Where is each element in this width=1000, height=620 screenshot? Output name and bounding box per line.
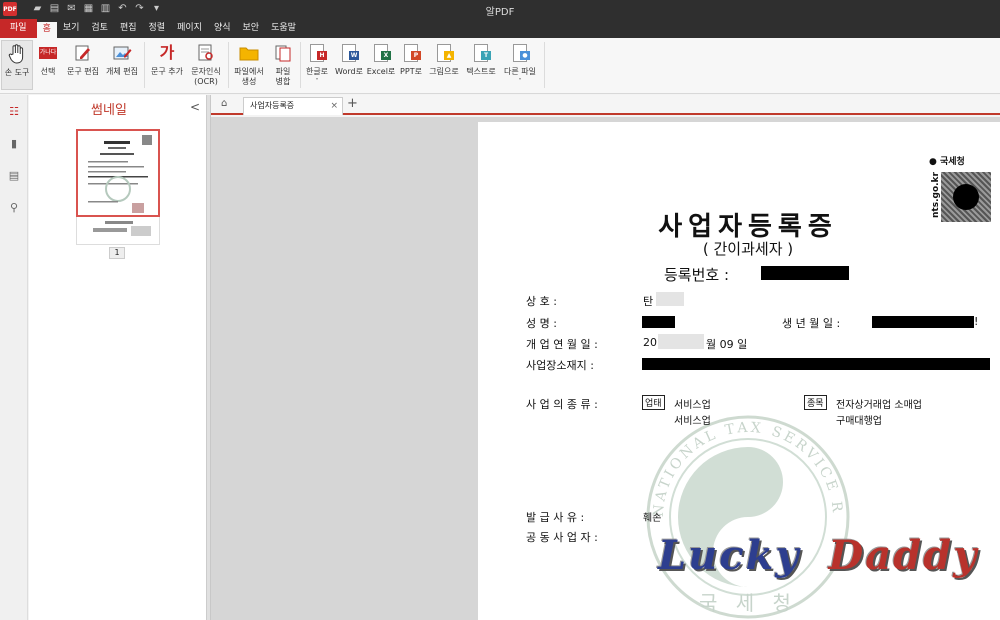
menu-bar: 파일 홈 보기 검토 편집 정렬 페이지 양식 보안 도움말: [0, 19, 1000, 38]
text-file-icon: T: [470, 42, 492, 64]
ppt-file-icon: P: [400, 42, 422, 64]
item-value-2: 구매대행업: [836, 416, 882, 427]
redacted-birth-date: [872, 316, 974, 328]
side-icon-strip: ☷ ▮ ▤ ⚲: [0, 95, 28, 620]
to-other-file-button[interactable]: ● 다른 파일 ˅: [500, 40, 540, 90]
menu-tab-home[interactable]: 홈: [36, 22, 57, 38]
start-date-label: 개 업 연 월 일 :: [526, 338, 598, 351]
seal-bottom-text: 국 세 청: [699, 591, 797, 615]
merge-files-button[interactable]: 파일 병합: [268, 40, 298, 90]
category-value-1: 서비스업: [674, 400, 711, 411]
image-file-icon: ▲: [433, 42, 455, 64]
home-icon[interactable]: ⌂: [221, 98, 227, 109]
folder-icon: [238, 42, 260, 64]
new-tab-button[interactable]: +: [347, 96, 358, 111]
other-file-icon: ●: [509, 42, 531, 64]
ocr-icon: [195, 42, 217, 64]
word-file-icon: W: [338, 42, 360, 64]
object-edit-button[interactable]: 개체 편집: [104, 40, 140, 90]
issue-reason-value: 훼손: [643, 513, 662, 524]
create-from-file-button[interactable]: 파일에서 생성: [232, 40, 266, 90]
menu-tab-review[interactable]: 검토: [85, 19, 114, 38]
to-hangul-button[interactable]: H 한글로 ˅: [302, 40, 332, 90]
hangul-file-icon: H: [306, 42, 328, 64]
add-text-button[interactable]: 가 문구 추가: [148, 40, 186, 90]
business-name-label: 상 호 :: [526, 295, 557, 308]
business-type-label: 사 업 의 종 류 :: [526, 398, 598, 411]
select-button[interactable]: 가나다 선택: [35, 40, 61, 90]
object-edit-icon: [111, 42, 133, 64]
ribbon-toolbar: 손 도구 가나다 선택 문구 편집 개체 편집 가 문구 추가 문자인식 (OC…: [0, 38, 1000, 94]
to-word-button[interactable]: W Word로: [333, 40, 365, 90]
comment-icon[interactable]: ▤: [8, 169, 20, 182]
menu-tab-help[interactable]: 도움말: [265, 19, 302, 38]
select-text-icon: 가나다: [37, 42, 59, 64]
start-date-prefix: 20: [643, 336, 657, 349]
thumbnail-footer: [76, 217, 160, 245]
text-edit-icon: [72, 42, 94, 64]
excel-file-icon: X: [370, 42, 392, 64]
menu-file[interactable]: 파일: [0, 19, 37, 38]
hand-icon: [6, 43, 28, 65]
page-number-label: 1: [109, 247, 125, 259]
close-tab-icon[interactable]: ×: [330, 98, 338, 114]
hand-tool-button[interactable]: 손 도구: [1, 40, 33, 90]
ocr-button[interactable]: 문자인식 (OCR): [188, 40, 224, 90]
thumbnail-panel: 썸네일 < 1: [29, 95, 207, 620]
add-text-icon: 가: [159, 43, 175, 62]
item-value-1: 전자상거래업 소매업: [836, 400, 922, 411]
registration-number-label: 등록번호 :: [664, 266, 730, 284]
menu-tab-page[interactable]: 페이지: [171, 19, 208, 38]
collapse-panel-button[interactable]: <: [190, 100, 200, 114]
category-value-2: 서비스업: [674, 416, 711, 427]
address-label: 사업장소재지 :: [526, 359, 594, 372]
merge-icon: [272, 42, 294, 64]
nts-emblem-icon: ●: [929, 157, 937, 167]
menu-tab-arrange[interactable]: 정렬: [143, 19, 172, 38]
birth-date-label: 생 년 월 일 :: [782, 317, 841, 330]
redacted-address: [642, 358, 990, 370]
business-name-value: 탄: [643, 295, 654, 308]
menu-tab-form[interactable]: 양식: [208, 19, 237, 38]
to-image-button[interactable]: ▲ 그림으로: [426, 40, 462, 90]
lucky-daddy-watermark: Lucky Daddy: [658, 532, 979, 579]
title-bar: PDF ▰ ▤ ✉ ▦ ▥ ↶ ↷ ▾ 알PDF: [0, 0, 1000, 19]
menu-tab-edit[interactable]: 편집: [114, 19, 143, 38]
menu-tab-security[interactable]: 보안: [237, 19, 266, 38]
redacted-registration-number: [761, 266, 849, 280]
start-date-suffix: 월 09 일: [706, 338, 748, 351]
thumbnail-title: 썸네일: [91, 103, 127, 118]
app-title: 알PDF: [485, 7, 515, 18]
thumbnail-panel-icon[interactable]: ☷: [8, 105, 20, 118]
birth-date-suffix: !: [974, 315, 979, 328]
co-owner-label: 공 동 사 업 자 :: [526, 531, 598, 544]
page-thumbnail[interactable]: [76, 129, 160, 217]
issue-reason-label: 발 급 사 유 :: [526, 511, 585, 524]
document-subtitle: ( 간이과세자 ): [702, 240, 794, 258]
document-tab[interactable]: 사업자등록증 ×: [243, 97, 343, 115]
redacted-representative: [642, 316, 675, 328]
representative-label: 성 명 :: [526, 317, 557, 330]
nts-seal: NATIONAL TAX SERVICE REPUBLIC OF KOREA 국…: [633, 402, 850, 619]
document-tab-bar: ⌂ 사업자등록증 × +: [211, 95, 1000, 115]
document-page: ● 국세청 nts.go.kr NATIONAL TAX SERVICE REP…: [478, 122, 1000, 620]
item-tag: 종목: [804, 395, 827, 410]
search-icon[interactable]: ⚲: [8, 201, 20, 214]
menu-tab-view[interactable]: 보기: [57, 19, 86, 38]
document-viewer[interactable]: ● 국세청 nts.go.kr NATIONAL TAX SERVICE REP…: [211, 117, 1000, 620]
nts-logo: ● 국세청: [929, 157, 965, 167]
to-ppt-button[interactable]: P PPT로: [397, 40, 425, 90]
bookmark-icon[interactable]: ▮: [8, 137, 20, 150]
to-text-button[interactable]: T 텍스트로: [463, 40, 499, 90]
text-edit-button[interactable]: 문구 편집: [64, 40, 102, 90]
to-excel-button[interactable]: X Excel로: [366, 40, 396, 90]
category-tag: 업태: [642, 395, 665, 410]
